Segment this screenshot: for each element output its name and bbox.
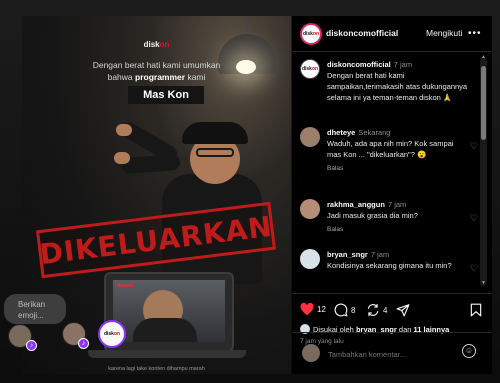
comment-avatar[interactable] [300,249,320,269]
share-icon[interactable] [396,303,410,317]
comment-avatar[interactable] [300,127,320,147]
comment-item: dheteye Sekarang Waduh, ada apa nih min? … [300,127,478,187]
composer-avatar [302,344,320,362]
media-caption: karena lagi take konten dihampu marah [108,366,205,372]
comment-time: Sekarang [358,128,391,137]
emoji-picker-icon[interactable]: ☺ [462,344,476,358]
bookmark-icon[interactable] [470,303,482,317]
header-avatar[interactable]: diskon [300,23,322,45]
comment-bubble-icon[interactable] [334,303,348,317]
like-count: 12 [317,305,326,314]
comment-action[interactable]: 8 [334,303,355,317]
comments-list: diskon diskoncomofficial 7 jam Dengan ber… [292,53,492,293]
comment-avatar[interactable] [300,199,320,219]
comment-username[interactable]: bryan_sngr [327,250,368,259]
reaction-badge-icon: ♪ [26,340,37,351]
brand-mark: diskon [302,31,320,37]
person-hand [116,124,132,136]
repost-action[interactable]: 4 [366,303,387,317]
post-detail-panel: diskon diskoncomofficial Mengikuti ••• d… [292,16,492,374]
laptop-badge: diskon [117,283,134,289]
header-username[interactable]: diskoncomofficial [326,28,398,38]
caption-avatar[interactable]: diskon [300,59,320,79]
comment-time: 7 jam [370,250,390,259]
brand-bubble[interactable]: diskon [98,320,126,348]
media-headline-line1: Dengan berat hati kami umumkan [92,60,221,70]
media-headline-line2: bahwa programmer kami [107,72,206,82]
repost-count: 4 [383,305,388,315]
comment-body: rakhma_anggun 7 jam Jadi masuk grasia dia… [327,199,457,235]
caption-username[interactable]: diskoncomofficial [327,60,391,69]
brand-mark: diskon [103,331,121,337]
screen-person-body [133,318,197,342]
laptop-screen: diskon [113,280,225,342]
reply-button[interactable]: Balas [327,163,457,174]
post-header: diskon diskoncomofficial Mengikuti ••• [292,16,492,52]
scroll-down-icon[interactable]: ▼ [480,280,487,286]
comment-text: Kondisinya sekarang gimana itu min? [327,261,452,270]
comment-body: bryan_sngr 7 jam Kondisinya sekarang gima… [327,249,457,271]
comment-like-icon[interactable]: ♡ [470,141,478,152]
share-action[interactable] [396,303,410,317]
comment-time: 7 jam [387,200,407,209]
comment-like-icon[interactable]: ♡ [470,213,478,224]
caption-time: 7 jam [393,60,413,69]
caption-body: diskoncomofficial 7 jam Dengan berat hati… [327,59,477,103]
comment-body: dheteye Sekarang Waduh, ada apa nih min? … [327,127,457,174]
media-logo: diskon [143,40,170,49]
save-action[interactable] [470,303,482,317]
lamp-wire [246,16,248,36]
heart-icon[interactable] [300,303,314,316]
comment-text: Waduh, ada apa nih min? Kok sampai mas K… [327,139,454,159]
repost-icon[interactable] [366,303,380,317]
person-arm [121,153,181,175]
more-options-icon[interactable]: ••• [468,28,482,39]
comment-like-icon[interactable]: ♡ [470,263,478,274]
scrollbar-thumb[interactable] [481,66,486,140]
caption-text: Dengan berat hati kami sampaikan,terimak… [327,71,468,102]
laptop-base [88,350,246,358]
caption-item: diskon diskoncomofficial 7 jam Dengan ber… [300,59,478,117]
brand-mark: diskon [301,66,319,72]
comment-username[interactable]: rakhma_anggun [327,200,385,209]
follow-button[interactable]: Mengikuti [426,28,462,38]
comment-username[interactable]: dheteye [327,128,355,137]
person-glasses [196,148,234,157]
comment-input[interactable] [328,347,458,361]
name-plate: Mas Kon [128,86,204,104]
person-hat [182,122,248,144]
comment-count: 8 [351,305,356,315]
comment-composer: ☺ [292,332,492,374]
like-action[interactable]: 12 [300,303,326,316]
reply-button[interactable]: Balas [327,224,457,235]
reaction-badge-icon: ♪ [78,338,89,349]
comment-item: bryan_sngr 7 jam Kondisinya sekarang gima… [300,249,478,289]
comment-item: rakhma_anggun 7 jam Jadi masuk grasia dia… [300,199,478,239]
emoji-prompt[interactable]: Berikan emoji... [4,294,66,324]
person-hand [114,152,130,164]
comment-text: Jadi masuk grasia dia min? [327,211,418,220]
comments-scrollbar[interactable] [480,58,487,286]
